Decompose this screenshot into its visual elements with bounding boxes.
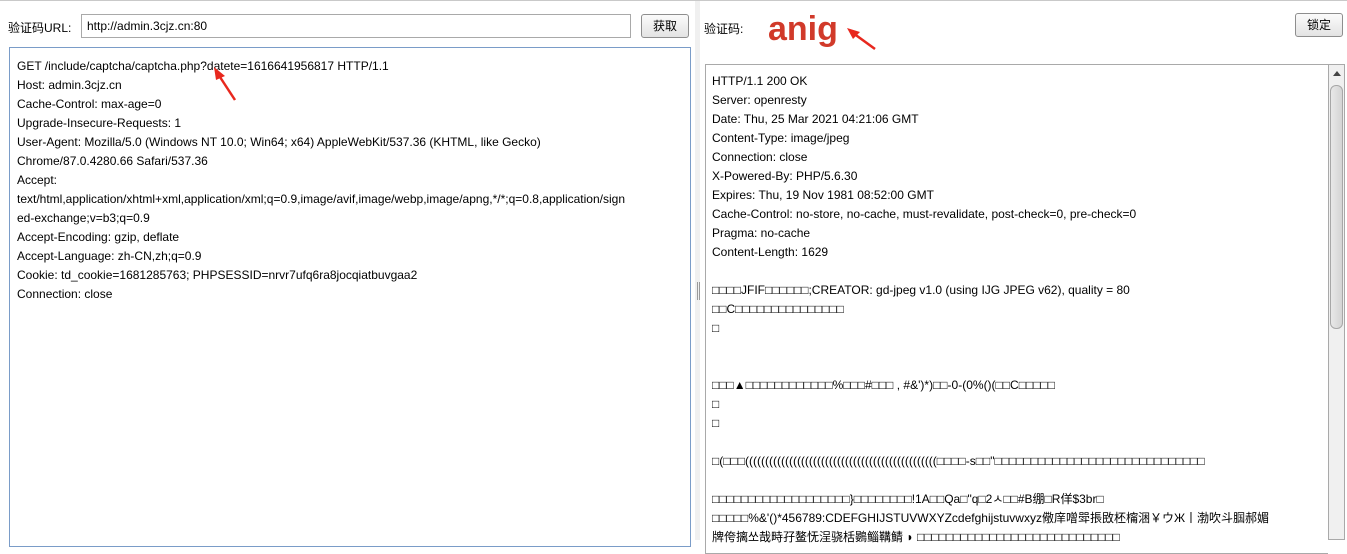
request-line: Accept-Encoding: gzip, deflate	[17, 230, 180, 244]
response-line	[712, 433, 1324, 452]
response-line: □	[712, 321, 720, 335]
response-line: Cache-Control: no-store, no-cache, must-…	[712, 207, 1137, 221]
response-scrollbar[interactable]	[1328, 64, 1345, 540]
captcha-label: 验证码:	[704, 22, 744, 36]
annotation-arrow-request	[214, 67, 237, 101]
fetch-button[interactable]: 获取	[641, 14, 689, 38]
request-line: Connection: close	[17, 287, 113, 301]
request-editor[interactable]: GET /include/captcha/captcha.php?datete=…	[9, 47, 691, 547]
request-line: ed-exchange;v=b3;q=0.9	[17, 211, 150, 225]
request-line: Chrome/87.0.4280.66 Safari/537.36	[17, 154, 208, 168]
response-line: Date: Thu, 25 Mar 2021 04:21:06 GMT	[712, 112, 919, 126]
response-line	[712, 262, 1324, 281]
request-line: text/html,application/xhtml+xml,applicat…	[17, 192, 626, 206]
captcha-url-input[interactable]	[81, 14, 631, 38]
annotation-arrow-captcha	[847, 28, 876, 51]
response-line: □(□□□(((((((((((((((((((((((((((((((((((…	[712, 454, 1205, 468]
response-line: Content-Length: 1629	[712, 245, 829, 259]
request-text[interactable]: GET /include/captcha/captcha.php?datete=…	[17, 57, 685, 304]
response-line	[712, 338, 1324, 357]
request-line: Upgrade-Insecure-Requests: 1	[17, 116, 182, 130]
response-line	[712, 471, 1324, 490]
captcha-url-label: 验证码URL:	[8, 21, 72, 35]
response-line: Server: openresty	[712, 93, 807, 107]
request-line: Cookie: td_cookie=1681285763; PHPSESSID=…	[17, 268, 418, 282]
request-line: Cache-Control: max-age=0	[17, 97, 162, 111]
response-line: Content-Type: image/jpeg	[712, 131, 850, 145]
response-viewer[interactable]: HTTP/1.1 200 OK Server: openresty Date: Th…	[705, 64, 1328, 554]
captcha-image-text: anig	[768, 10, 838, 48]
response-line: Expires: Thu, 19 Nov 1981 08:52:00 GMT	[712, 188, 934, 202]
captcha-tool-window: 验证码URL: 获取 GET /include/captcha/captcha.…	[0, 0, 1347, 554]
response-line: Connection: close	[712, 150, 808, 164]
response-line: □	[712, 416, 720, 430]
scroll-up-icon[interactable]	[1329, 65, 1344, 82]
response-line: 牌侉摛쏘哉畤孖鳌怃浧骁栝鷃鲻鞲鲭 ◗ □□□□□□□□□□□□□□□□□□□□□…	[712, 530, 1120, 544]
request-line: GET /include/captcha/captcha.php?datete=…	[17, 59, 389, 73]
lock-button[interactable]: 锁定	[1295, 13, 1343, 37]
response-text[interactable]: HTTP/1.1 200 OK Server: openresty Date: Th…	[712, 72, 1324, 547]
response-line: □	[712, 397, 720, 411]
response-line: □□C□□□□□□□□□□□□□□□	[712, 302, 844, 316]
request-line: User-Agent: Mozilla/5.0 (Windows NT 10.0…	[17, 135, 541, 149]
response-line: HTTP/1.1 200 OK	[712, 74, 808, 88]
response-line: □□□▲□□□□□□□□□□□□%□□□#□□□ , #&')*)□□-0-(0…	[712, 378, 1055, 392]
response-line: X-Powered-By: PHP/5.6.30	[712, 169, 858, 183]
request-line: Accept:	[17, 173, 58, 187]
scroll-thumb[interactable]	[1330, 85, 1343, 329]
response-line: □□□□JFIF□□□□□□;CREATOR: gd-jpeg v1.0 (us…	[712, 283, 1130, 297]
response-line: □□□□□%&'()*456789:CDEFGHIJSTUVWXYZcdefgh…	[712, 511, 1270, 525]
response-line: □□□□□□□□□□□□□□□□□□□}□□□□□□□□!1A□□Qa□"q□2…	[712, 492, 1104, 506]
request-line: Host: admin.3cjz.cn	[17, 78, 122, 92]
captcha-image: anig	[768, 10, 838, 48]
response-line	[712, 357, 1324, 376]
response-line: Pragma: no-cache	[712, 226, 811, 240]
request-line: Accept-Language: zh-CN,zh;q=0.9	[17, 249, 202, 263]
